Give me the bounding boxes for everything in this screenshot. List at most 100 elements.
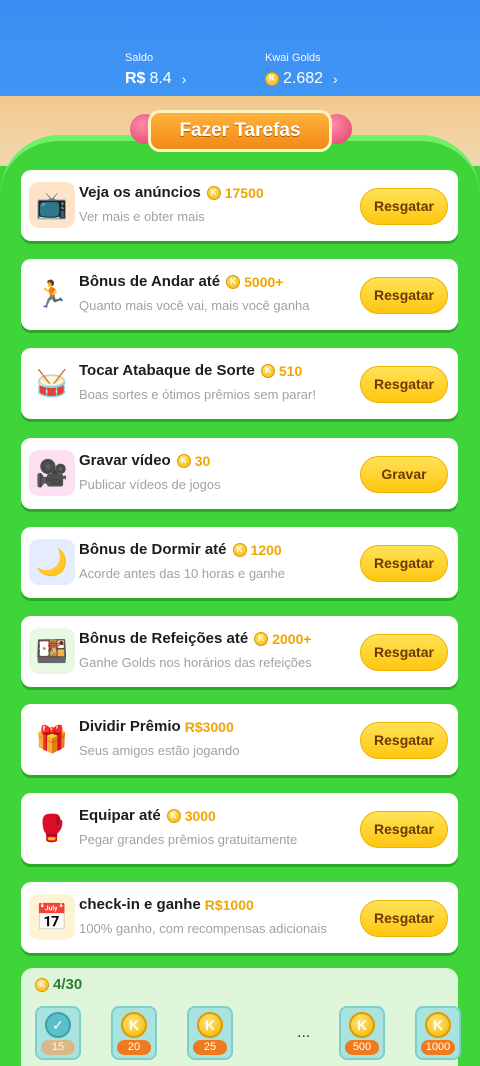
claim-button[interactable]: Resgatar bbox=[360, 366, 448, 403]
claim-button[interactable]: Resgatar bbox=[360, 277, 448, 314]
top-bar: Saldo R$ 8.4 › Kwai Golds K 2.682 › bbox=[0, 0, 480, 100]
task-subtitle: Pegar grandes prêmios gratuitamente bbox=[79, 832, 298, 847]
task-reward: 3000 bbox=[184, 807, 216, 824]
saldo-wallet[interactable]: Saldo R$ 8.4 › bbox=[125, 52, 186, 88]
task-subtitle: Ganhe Golds nos horários das refeições bbox=[79, 655, 312, 670]
kwai-coin-icon: K bbox=[254, 631, 269, 646]
kwai-coin-icon: K bbox=[232, 542, 247, 557]
milestone-reward[interactable]: K 500 bbox=[339, 1006, 385, 1060]
kwai-coin-icon: K bbox=[349, 1012, 375, 1038]
task-card: 🌙 Bônus de Dormir até K 1200 Acorde antes da… bbox=[21, 527, 458, 598]
task-title: Tocar Atabaque de Sorte bbox=[79, 362, 255, 379]
task-title: Bônus de Refeições até bbox=[79, 630, 249, 647]
task-title-row: Tocar Atabaque de Sorte K 510 bbox=[79, 362, 302, 379]
more-milestones-ellipsis: ... bbox=[297, 1024, 311, 1041]
task-title: Equipar até bbox=[79, 807, 161, 824]
calendar-icon: 📅 bbox=[29, 894, 75, 940]
walking-person-icon: 🏃 bbox=[29, 271, 75, 317]
chevron-right-icon: › bbox=[181, 71, 187, 87]
claim-button[interactable]: Resgatar bbox=[360, 188, 448, 225]
milestone-value: 20 bbox=[117, 1040, 151, 1055]
check-icon: ✓ bbox=[45, 1012, 71, 1038]
milestone-reward[interactable]: K 20 bbox=[111, 1006, 157, 1060]
task-card: 🏃 Bônus de Andar até K 5000+ Quanto mais voc… bbox=[21, 259, 458, 330]
task-reward: 5000+ bbox=[244, 273, 284, 290]
drum-icon: 🥁 bbox=[29, 360, 75, 406]
golds-wallet[interactable]: Kwai Golds K 2.682 › bbox=[265, 52, 338, 88]
task-title-row: Dividir Prêmio R$3000 bbox=[79, 718, 234, 735]
task-card: 📅 check-in e ganhe R$1000 100% ganho, com r… bbox=[21, 882, 458, 953]
task-card: 🥁 Tocar Atabaque de Sorte K 510 Boas sortes … bbox=[21, 348, 458, 419]
task-subtitle: Ver mais e obter mais bbox=[79, 209, 205, 224]
milestone-value: 500 bbox=[345, 1040, 379, 1055]
task-title: Bônus de Dormir até bbox=[79, 541, 227, 558]
task-reward: 510 bbox=[278, 362, 303, 379]
task-title-row: Equipar até K 3000 bbox=[79, 807, 216, 824]
task-card: 🎥 Gravar vídeo K 30 Publicar vídeos de jogos… bbox=[21, 438, 458, 509]
task-card: 🍱 Bônus de Refeições até K 2000+ Ganhe Golds… bbox=[21, 616, 458, 687]
boxing-gloves-icon: 🥊 bbox=[29, 805, 75, 851]
record-button[interactable]: Gravar bbox=[360, 456, 448, 493]
task-title-row: Bônus de Refeições até K 2000+ bbox=[79, 630, 312, 647]
milestone-value: 25 bbox=[193, 1040, 227, 1055]
task-title: Gravar vídeo bbox=[79, 452, 171, 469]
task-title: Veja os anúncios bbox=[79, 184, 201, 201]
progress-panel: K 4/30 ✓ 15 K 20 K 25 K 500 K 1000 ... bbox=[21, 968, 461, 1066]
claim-button[interactable]: Resgatar bbox=[360, 811, 448, 848]
task-subtitle: 100% ganho, com recompensas adicionais bbox=[79, 921, 327, 936]
claim-button[interactable]: Resgatar bbox=[360, 900, 448, 937]
golds-label: Kwai Golds bbox=[265, 52, 321, 64]
kwai-coin-icon: K bbox=[425, 1012, 451, 1038]
task-subtitle: Seus amigos estão jogando bbox=[79, 743, 240, 758]
task-title-row: Bônus de Dormir até K 1200 bbox=[79, 541, 282, 558]
task-title: Bônus de Andar até bbox=[79, 273, 221, 290]
saldo-currency: R$ bbox=[125, 70, 146, 87]
task-title-row: Bônus de Andar até K 5000+ bbox=[79, 273, 283, 290]
task-reward: R$1000 bbox=[204, 896, 254, 913]
progress-count-text: 4/30 bbox=[53, 976, 83, 993]
meal-box-icon: 🍱 bbox=[29, 628, 75, 674]
claim-button[interactable]: Resgatar bbox=[360, 722, 448, 759]
progress-count: K 4/30 bbox=[35, 976, 82, 993]
chevron-right-icon: › bbox=[333, 71, 338, 87]
task-title: Dividir Prêmio bbox=[79, 718, 181, 735]
kwai-coin-icon: K bbox=[166, 808, 181, 823]
task-reward: 30 bbox=[194, 452, 211, 469]
moon-icon: 🌙 bbox=[29, 539, 75, 585]
task-title: check-in e ganhe bbox=[79, 896, 201, 913]
saldo-value: 8.4 bbox=[149, 70, 172, 87]
task-reward: 17500 bbox=[224, 184, 264, 201]
milestone-value: 15 bbox=[41, 1040, 75, 1055]
task-title-row: check-in e ganhe R$1000 bbox=[79, 896, 254, 913]
milestone-value: 1000 bbox=[421, 1040, 455, 1055]
video-camera-icon: 🎥 bbox=[29, 450, 75, 496]
task-card: 📺 Veja os anúncios K 17500 Ver mais e obter … bbox=[21, 170, 458, 241]
kwai-coin-icon: K bbox=[226, 274, 241, 289]
milestone-reward[interactable]: K 25 bbox=[187, 1006, 233, 1060]
claim-button[interactable]: Resgatar bbox=[360, 545, 448, 582]
tv-icon: 📺 bbox=[29, 182, 75, 228]
kwai-coin-icon: K bbox=[206, 185, 221, 200]
task-subtitle: Quanto mais você vai, mais você ganha bbox=[79, 298, 310, 313]
task-subtitle: Acorde antes das 10 horas e ganhe bbox=[79, 566, 285, 581]
kwai-coin-icon: K bbox=[176, 453, 191, 468]
milestone-reward[interactable]: K 1000 bbox=[415, 1006, 461, 1060]
saldo-label: Saldo bbox=[125, 52, 154, 64]
task-title-row: Gravar vídeo K 30 bbox=[79, 452, 210, 469]
task-reward: R$3000 bbox=[184, 718, 234, 735]
kwai-coin-icon: K bbox=[121, 1012, 147, 1038]
task-reward: 1200 bbox=[250, 541, 282, 558]
kwai-coin-icon: K bbox=[35, 977, 49, 992]
tasks-banner: Fazer Tarefas bbox=[148, 110, 332, 152]
task-title-row: Veja os anúncios K 17500 bbox=[79, 184, 264, 201]
task-reward: 2000+ bbox=[272, 630, 312, 647]
kwai-coin-icon: K bbox=[197, 1012, 223, 1038]
milestone-reward[interactable]: ✓ 15 bbox=[35, 1006, 81, 1060]
task-card: 🥊 Equipar até K 3000 Pegar grandes prêmios g… bbox=[21, 793, 458, 864]
task-card: 🎁 Dividir Prêmio R$3000 Seus amigos estão j… bbox=[21, 704, 458, 775]
kwai-coin-icon: K bbox=[265, 72, 279, 86]
task-subtitle: Boas sortes e ótimos prêmios sem parar! bbox=[79, 387, 316, 402]
claim-button[interactable]: Resgatar bbox=[360, 634, 448, 671]
task-subtitle: Publicar vídeos de jogos bbox=[79, 477, 221, 492]
kwai-coin-icon: K bbox=[260, 363, 275, 378]
